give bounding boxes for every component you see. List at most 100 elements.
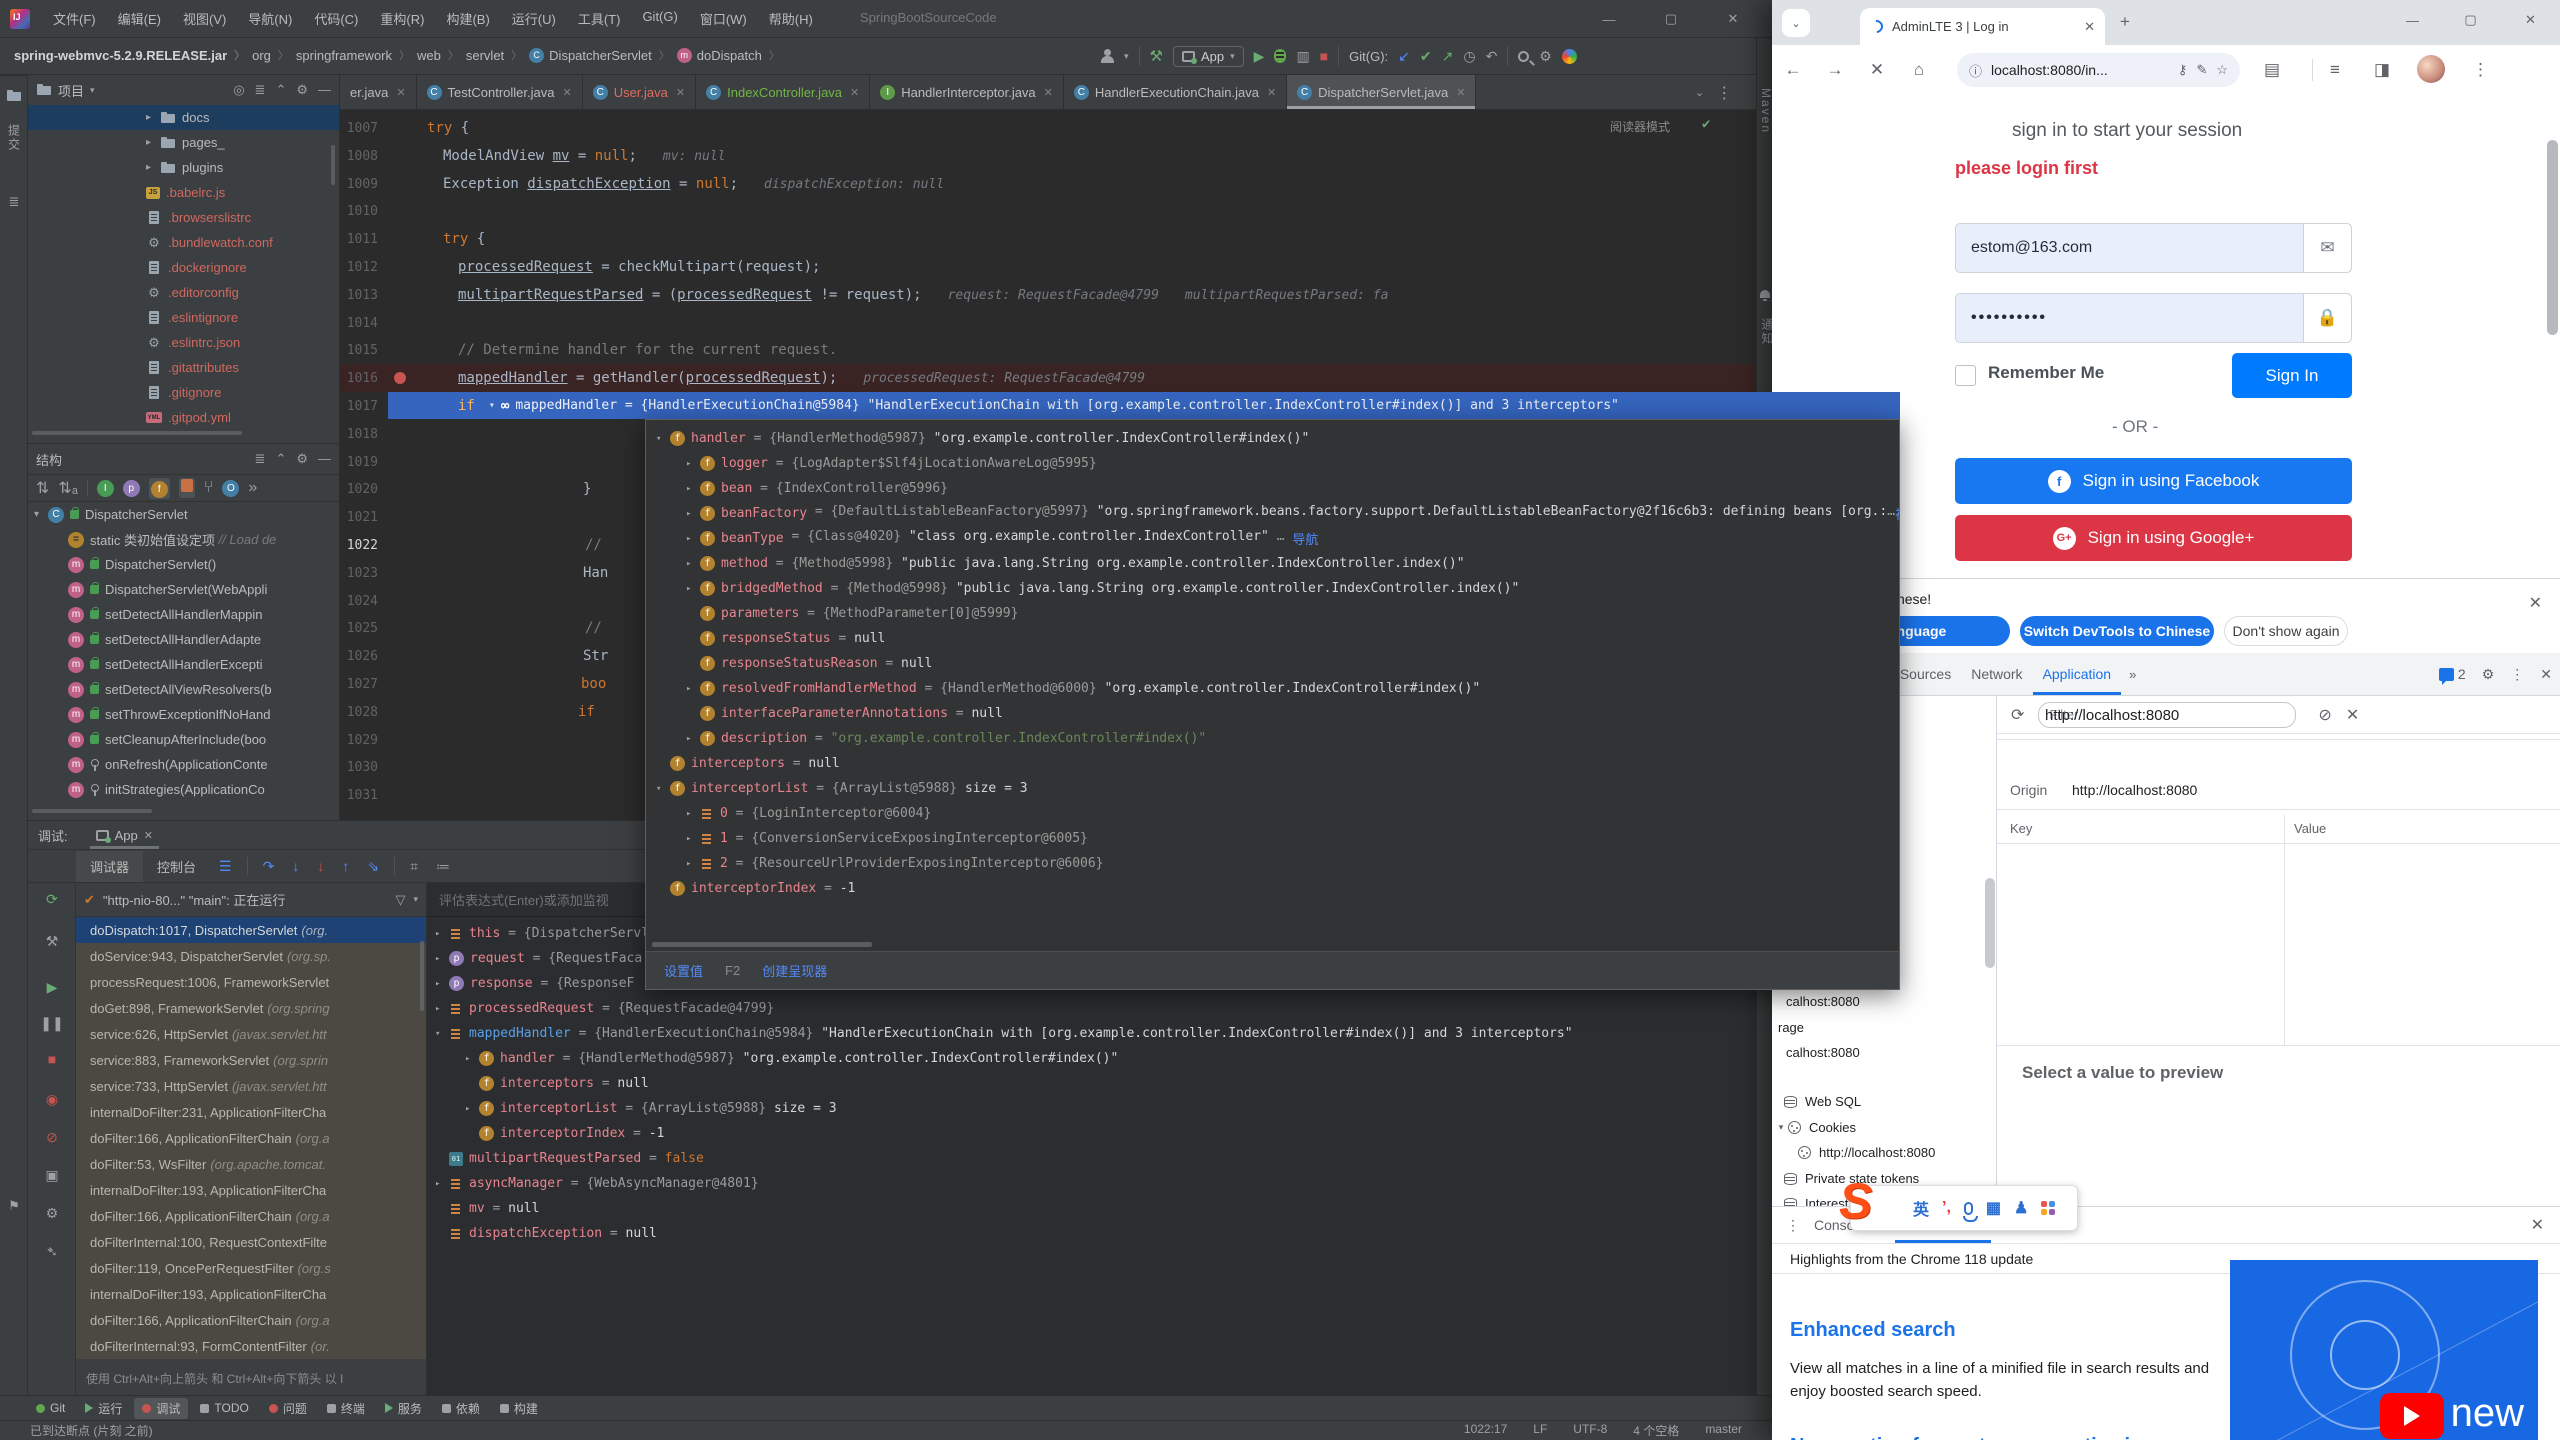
editor-tab[interactable]: C HandlerExecutionChain.java✕ [1064, 75, 1287, 109]
stack-frame-row[interactable]: doFilter:166, ApplicationFilterChain (or… [76, 1203, 426, 1229]
ide-minimize-button[interactable]: — [1586, 0, 1632, 38]
dont-show-again-button[interactable]: Don't show again [2224, 616, 2348, 646]
popup-tree-row[interactable]: ▸ f beanFactory = {DefaultListableBeanFa… [686, 501, 1899, 526]
profile-icon[interactable] [1100, 49, 1114, 63]
stop-button[interactable]: ■ [1320, 48, 1328, 64]
step-out-icon[interactable]: ↑ [342, 858, 349, 874]
bookmarks-toolwindow-icon[interactable]: ⚑ [0, 1198, 28, 1214]
resume-icon[interactable]: ▶ [28, 979, 76, 996]
tab-close-icon[interactable]: ✕ [562, 86, 571, 99]
project-tree-row[interactable]: .gitignore [28, 380, 339, 405]
password-field[interactable]: •••••••••• 🔒 [1955, 293, 2352, 343]
devtools-tab[interactable]: Application [2033, 653, 2122, 695]
tabs-kebab-icon[interactable]: ⋮ [1716, 83, 1732, 103]
devtools-close-icon[interactable]: ✕ [2540, 666, 2552, 683]
stack-frame-row[interactable]: service:626, HttpServlet (javax.servlet.… [76, 1021, 426, 1047]
structure-tree-row[interactable]: m DispatcherServlet() [28, 552, 339, 577]
reader-mode-label[interactable]: 阅读器模式 [1610, 118, 1670, 135]
whats-new-image[interactable]: new [2230, 1260, 2538, 1440]
settings-lines-icon[interactable]: ≔ [436, 858, 450, 875]
tab-close-icon[interactable]: ✕ [1456, 86, 1465, 99]
menu-item[interactable]: 编辑(E) [109, 6, 170, 31]
browser-close-button[interactable]: ✕ [2508, 0, 2553, 40]
run-button[interactable]: ▶ [1254, 48, 1265, 65]
debugger-tab[interactable]: 调试器 [76, 851, 143, 882]
delete-icon[interactable]: ✕ [2346, 705, 2359, 725]
status-item[interactable]: master [1705, 1422, 1742, 1439]
toolwindow-button[interactable]: 终端 [319, 1398, 373, 1419]
extension-icon[interactable]: ▤ [2264, 60, 2280, 80]
run-to-cursor-icon[interactable]: ⇘ [367, 858, 379, 875]
tab-close-icon[interactable]: ✕ [1044, 86, 1053, 99]
storage-tree-row[interactable]: ▾ Cookies [1772, 1115, 1856, 1140]
variable-row[interactable]: dispatchException = null [427, 1221, 1757, 1246]
popup-header-expression[interactable]: mappedHandler = {HandlerExecutionChain@5… [515, 398, 1619, 413]
code-line[interactable]: 1013 multipartRequestParsed = (processed… [340, 281, 1756, 309]
sort-visibility-icon[interactable]: ⇅ [36, 478, 49, 498]
project-tree-row[interactable]: .gitattributes [28, 355, 339, 380]
sogou-mic-icon[interactable] [1964, 1202, 1973, 1215]
history-button[interactable]: ◷ [1463, 48, 1475, 65]
drawer-close-icon[interactable]: ✕ [2531, 1215, 2544, 1235]
session-close-icon[interactable]: ✕ [144, 829, 153, 842]
bookmark-star-icon[interactable]: ☆ [2216, 62, 2228, 78]
code-line[interactable]: 1014 [340, 309, 1756, 337]
popup-tree-row[interactable]: ▾ f interceptorList = {ArrayList@5988} s… [656, 776, 1899, 801]
password-key-icon[interactable]: ⚷ [2178, 62, 2188, 78]
stack-frame-row[interactable]: internalDoFilter:193, ApplicationFilterC… [76, 1177, 426, 1203]
side-panel-icon[interactable]: ◨ [2374, 60, 2390, 80]
hide-panel-icon[interactable]: — [318, 82, 331, 98]
storage-tree-row[interactable]: Web SQL [1772, 1089, 1861, 1114]
status-item[interactable]: 1022:17 [1464, 1422, 1507, 1439]
sidebar-vscrollbar[interactable] [1985, 878, 1995, 968]
back-icon[interactable]: ← [1772, 60, 1814, 80]
popup-tree-row[interactable]: f interfaceParameterAnnotations = null [686, 701, 1899, 726]
layout-icon[interactable]: ☰ [219, 858, 232, 875]
variable-row[interactable]: ▾ mappedHandler = {HandlerExecutionChain… [427, 1021, 1757, 1046]
toolwindow-button[interactable]: Git [28, 1399, 73, 1417]
drawer-kebab-icon[interactable]: ⋮ [1786, 1217, 1800, 1234]
filter-inherited-icon[interactable]: I [97, 480, 114, 497]
refresh-icon[interactable]: ⟳ [2011, 705, 2024, 725]
breadcrumb-item[interactable]: m doDispatch〉 [677, 47, 787, 63]
clear-icon[interactable]: ⊘ [2318, 705, 2331, 725]
stack-frame-row[interactable]: internalDoFilter:231, ApplicationFilterC… [76, 1099, 426, 1125]
commit-toolwindow-icon[interactable]: 提交 [0, 124, 28, 155]
menu-item[interactable]: 文件(F) [44, 6, 105, 31]
maven-toolwindow-tab[interactable]: Maven [1759, 88, 1773, 134]
site-info-icon[interactable]: ⓘ [1969, 61, 1982, 80]
create-renderer-link[interactable]: 创建呈现器 [762, 961, 827, 980]
variable-row[interactable]: f interceptorIndex = -1 [457, 1121, 1757, 1146]
tab-search-icon[interactable]: ⌄ [1782, 9, 1810, 37]
code-line[interactable]: 1011 try { [340, 225, 1756, 253]
structure-tree-row[interactable]: m onRefresh(ApplicationConte [28, 752, 339, 777]
popup-collapse-icon[interactable]: ▾ [489, 400, 495, 411]
storage-origin-header[interactable]: http://localhost:8080 [2045, 707, 2179, 724]
collapse-all-icon[interactable]: ⌃ [275, 451, 286, 467]
frames-scrollbar[interactable] [420, 941, 424, 1011]
code-line[interactable]: 1008 ModelAndView mv = null;mv: null [340, 142, 1756, 170]
code-line[interactable]: 1012 processedRequest = checkMultipart(r… [340, 253, 1756, 281]
popup-tree-row[interactable]: ▾ f handler = {HandlerMethod@5987} "org.… [656, 426, 1899, 451]
settings-gear-icon[interactable]: ⚙ [1539, 48, 1552, 65]
breadcrumb-item[interactable]: org〉 [252, 47, 296, 63]
stack-frame-row[interactable]: doFilter:119, OncePerRequestFilter (org.… [76, 1255, 426, 1281]
code-line[interactable]: 1010 [340, 197, 1756, 225]
set-value-link[interactable]: 设置值 [664, 961, 703, 980]
console-tab[interactable]: 控制台 [143, 851, 210, 882]
popup-tree-row[interactable]: ▸ 2 = {ResourceUrlProviderExposingInterc… [686, 851, 1899, 876]
variable-row[interactable]: f interceptors = null [457, 1071, 1757, 1096]
stack-frame-row[interactable]: service:883, FrameworkServlet (org.sprin [76, 1047, 426, 1073]
stack-frame-row[interactable]: doDispatch:1017, DispatcherServlet (org. [76, 917, 426, 943]
toolwindow-button[interactable]: 构建 [492, 1398, 546, 1419]
ide-close-button[interactable]: ✕ [1710, 0, 1756, 38]
menu-item[interactable]: Git(G) [633, 6, 686, 31]
breakpoint-icon[interactable] [394, 372, 406, 384]
git-commit-button[interactable]: ✔ [1420, 48, 1432, 65]
git-push-button[interactable]: ↗ [1442, 48, 1454, 65]
toolwindow-button[interactable]: 服务 [377, 1398, 430, 1419]
notification-bell-icon[interactable] [1760, 290, 1770, 298]
debug-settings-wrench-icon[interactable]: ⚒ [28, 933, 76, 950]
forward-icon[interactable]: → [1814, 60, 1856, 80]
tab-close-icon[interactable]: ✕ [850, 86, 859, 99]
